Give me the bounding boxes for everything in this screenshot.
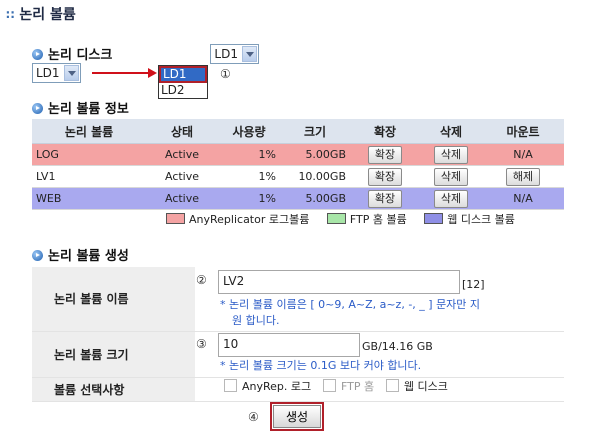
cell-size: 10.00GB: [280, 165, 350, 188]
disk-section-title-text: 논리 디스크: [48, 48, 113, 63]
delete-button[interactable]: 삭제: [433, 189, 469, 208]
page-title-text: 논리 볼륨: [19, 7, 76, 23]
legend: AnyReplicator 로그볼륨 FTP 홈 볼륨 웹 디스크 볼륨: [166, 211, 515, 227]
replicator-log-checkbox[interactable]: [224, 379, 237, 392]
legend-label-ftp: FTP 홈 볼륨: [349, 213, 407, 226]
chevron-down-icon[interactable]: [63, 65, 79, 81]
col-size: 크기: [280, 119, 350, 144]
expand-button[interactable]: 확장: [367, 167, 403, 186]
col-volume: 논리 볼륨: [32, 119, 146, 144]
table-row: WEB Active 1% 5.00GB 확장 삭제 N/A: [32, 187, 564, 210]
section-bullet-icon: [32, 103, 43, 114]
cell-usage: 1%: [218, 165, 280, 188]
cell-status: Active: [146, 165, 218, 188]
volume-table: 논리 볼륨 상태 사용량 크기 확장 삭제 마운트 LOG Active 1% …: [32, 119, 564, 210]
col-status: 상태: [146, 119, 218, 144]
cell-mount: N/A: [482, 187, 564, 210]
disk-option-ld1[interactable]: LD1: [159, 66, 207, 83]
info-section-title-text: 논리 볼륨 정보: [48, 102, 129, 117]
disk-option-ld2[interactable]: LD2: [159, 83, 207, 98]
size-label: 논리 볼륨 크기: [32, 331, 195, 378]
cell-volume: WEB: [32, 187, 146, 210]
option-label: 볼륨 선택사항: [32, 377, 195, 402]
delete-button[interactable]: 삭제: [433, 167, 469, 186]
create-button-highlight: 생성: [270, 402, 325, 431]
disk-select-open[interactable]: LD1: [210, 44, 259, 64]
table-row: LV1 Active 1% 10.00GB 확장 삭제 해제: [32, 165, 564, 188]
legend-swatch-replicator: [166, 213, 185, 224]
step-marker-2: ②: [196, 273, 207, 287]
legend-label-web: 웹 디스크 볼륨: [447, 213, 515, 226]
name-hint-line-2: 원 합니다.: [232, 314, 280, 327]
replicator-log-label: AnyRep. 로그: [242, 380, 312, 393]
size-hint: * 논리 볼륨 크기는 0.1G 보다 커야 합니다.: [220, 359, 422, 372]
size-capacity: GB/14.16 GB: [362, 340, 433, 353]
unmount-button[interactable]: 해제: [505, 167, 541, 186]
info-section-title: 논리 볼륨 정보: [32, 98, 129, 117]
volume-table-header: 논리 볼륨 상태 사용량 크기 확장 삭제 마운트: [32, 119, 564, 144]
col-delete: 삭제: [420, 119, 482, 144]
chevron-down-icon[interactable]: [241, 46, 257, 62]
name-hint-line-1: * 논리 볼륨 이름은 [ 0~9, A~Z, a~z, -, _ ] 문자만 …: [220, 298, 481, 311]
web-disk-checkbox[interactable]: [385, 379, 399, 392]
ftp-home-checkbox[interactable]: [322, 379, 336, 392]
table-row: LOG Active 1% 5.00GB 확장 삭제 N/A: [32, 143, 564, 166]
create-button[interactable]: 생성: [273, 405, 322, 428]
step-marker-3: ③: [196, 337, 207, 351]
disk-section-title: 논리 디스크: [32, 44, 112, 63]
section-bullet-icon: [32, 250, 43, 261]
cell-size: 5.00GB: [280, 143, 350, 166]
expand-button[interactable]: 확장: [367, 189, 403, 208]
cell-volume: LOG: [32, 143, 146, 166]
page-title: ∷ 논리 볼륨: [6, 4, 76, 24]
volume-size-input[interactable]: 10: [218, 333, 360, 357]
red-arrow-line: [92, 72, 148, 74]
section-bullet-icon: [32, 49, 43, 60]
red-arrow-head-icon: [148, 68, 157, 78]
cell-mount: N/A: [482, 143, 564, 166]
title-dots-icon: ∷: [6, 8, 14, 22]
cell-usage: 1%: [218, 187, 280, 210]
disk-select[interactable]: LD1: [32, 63, 81, 83]
col-mount: 마운트: [482, 119, 564, 144]
web-disk-label: 웹 디스크: [403, 380, 448, 393]
disk-select-open-value: LD1: [214, 47, 238, 61]
ftp-home-label: FTP 홈: [340, 380, 375, 393]
col-expand: 확장: [350, 119, 420, 144]
delete-button[interactable]: 삭제: [433, 145, 469, 164]
volume-options: AnyRep. 로그 FTP 홈 웹 디스크: [224, 378, 456, 394]
disk-dropdown-list: LD1 LD2: [158, 65, 208, 99]
cell-status: Active: [146, 143, 218, 166]
legend-swatch-web: [424, 213, 444, 224]
name-label: 논리 볼륨 이름: [32, 267, 195, 332]
volume-name-input[interactable]: LV2: [218, 270, 460, 294]
name-max-length: [12]: [462, 278, 485, 291]
col-usage: 사용량: [218, 119, 280, 144]
cell-size: 5.00GB: [280, 187, 350, 210]
legend-label-replicator: AnyReplicator 로그볼륨: [189, 213, 310, 226]
step-marker-4: ④: [248, 410, 259, 424]
expand-button[interactable]: 확장: [367, 145, 403, 164]
legend-swatch-ftp: [326, 213, 346, 224]
step-marker-1: ①: [220, 67, 231, 81]
create-section-title-text: 논리 볼륨 생성: [48, 249, 129, 264]
cell-volume: LV1: [32, 165, 146, 188]
cell-usage: 1%: [218, 143, 280, 166]
create-section-title: 논리 볼륨 생성: [32, 245, 129, 264]
disk-select-value: LD1: [36, 66, 60, 80]
cell-status: Active: [146, 187, 218, 210]
